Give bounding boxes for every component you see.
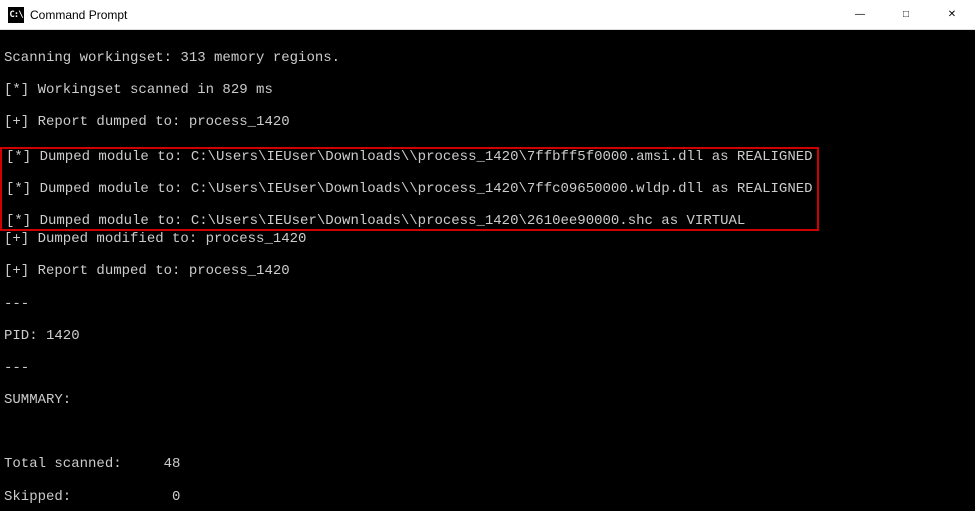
window-title: Command Prompt <box>30 8 837 22</box>
output-line: --- <box>4 360 975 376</box>
stat-label: Total scanned: <box>4 456 164 472</box>
output-line: --- <box>4 296 975 312</box>
titlebar[interactable]: C:\ Command Prompt — □ ✕ <box>0 0 975 30</box>
output-line: Scanning workingset: 313 memory regions. <box>4 50 975 66</box>
maximize-button[interactable]: □ <box>883 0 929 29</box>
window-controls: — □ ✕ <box>837 0 975 29</box>
stat-row: Skipped: 0 <box>4 489 975 505</box>
output-line: [*] Dumped module to: C:\Users\IEUser\Do… <box>6 149 813 165</box>
output-line: [+] Dumped modified to: process_1420 <box>4 231 975 247</box>
summary-header: SUMMARY: <box>4 392 975 408</box>
output-line: [+] Report dumped to: process_1420 <box>4 114 975 130</box>
close-button[interactable]: ✕ <box>929 0 975 29</box>
stat-value: 0 <box>172 489 180 505</box>
cmd-icon: C:\ <box>8 7 24 23</box>
terminal-output[interactable]: Scanning workingset: 313 memory regions.… <box>0 30 975 511</box>
stat-value: 48 <box>164 456 181 472</box>
stat-row: Total scanned: 48 <box>4 456 975 472</box>
minimize-button[interactable]: — <box>837 0 883 29</box>
stat-label: Skipped: <box>4 489 172 505</box>
output-line: [*] Dumped module to: C:\Users\IEUser\Do… <box>6 213 813 229</box>
blank-line <box>4 424 975 440</box>
output-line: [*] Dumped module to: C:\Users\IEUser\Do… <box>6 181 813 197</box>
output-line: [*] Workingset scanned in 829 ms <box>4 82 975 98</box>
highlighted-dump-lines: [*] Dumped module to: C:\Users\IEUser\Do… <box>0 147 819 231</box>
command-prompt-window: C:\ Command Prompt — □ ✕ Scanning workin… <box>0 0 975 511</box>
pid-line: PID: 1420 <box>4 328 975 344</box>
output-line: [+] Report dumped to: process_1420 <box>4 263 975 279</box>
